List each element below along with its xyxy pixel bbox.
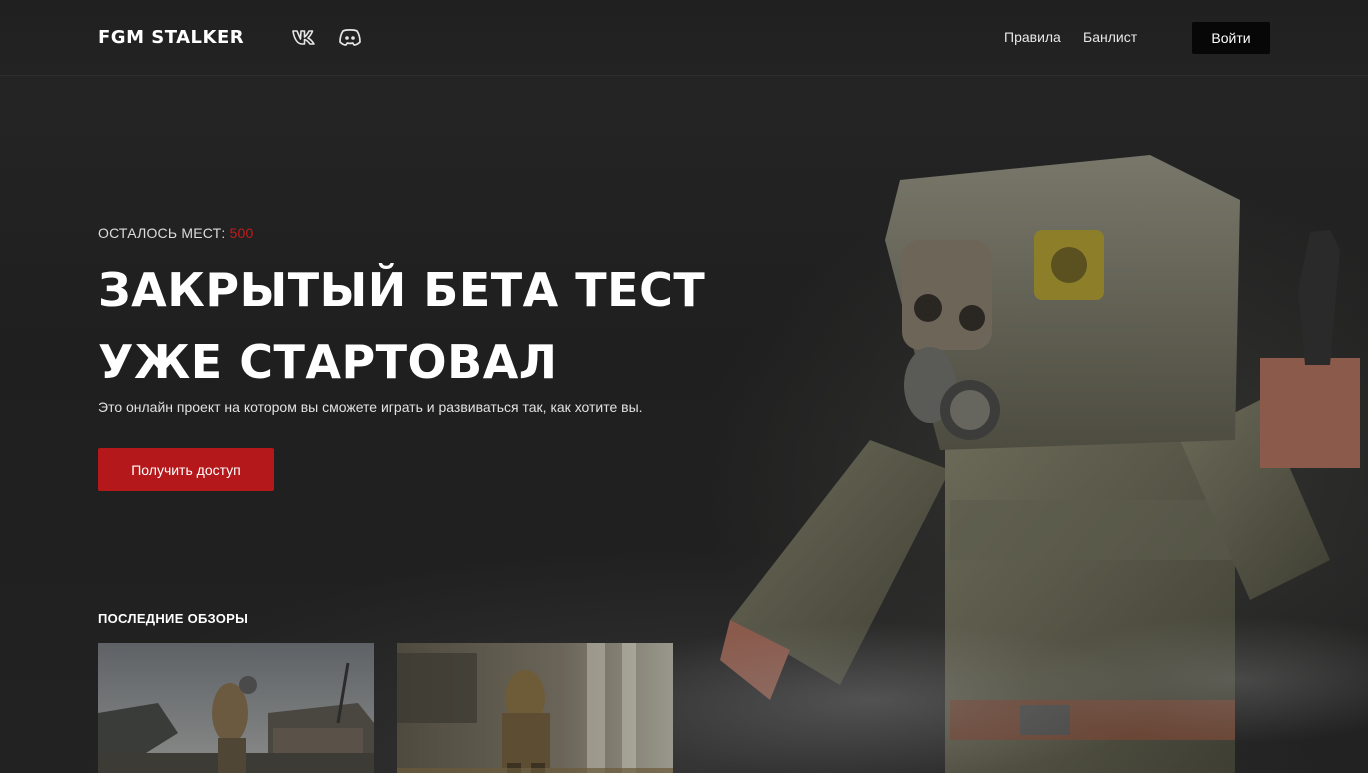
review-thumbnail-image <box>98 643 374 773</box>
hero-title-line-2: УЖЕ СТАРТОВАЛ <box>98 335 558 389</box>
login-button[interactable]: Войти <box>1192 22 1270 54</box>
hero-subtitle: Это онлайн проект на котором вы сможете … <box>98 399 643 415</box>
reviews-heading: ПОСЛЕДНИЕ ОБЗОРЫ <box>98 611 249 626</box>
nav-banlist-link[interactable]: Банлист <box>1083 29 1137 45</box>
nav-rules-link[interactable]: Правила <box>1004 29 1061 45</box>
hero-title-line-1: ЗАКРЫТЫЙ БЕТА ТЕСТ <box>98 263 706 317</box>
review-card[interactable] <box>98 643 374 773</box>
vk-link[interactable] <box>292 26 318 48</box>
stalker-character-image <box>720 155 1360 773</box>
hero-title: ЗАКРЫТЫЙ БЕТА ТЕСТ УЖЕ СТАРТОВАЛ <box>98 254 738 398</box>
discord-icon <box>339 29 361 46</box>
discord-link[interactable] <box>337 26 363 48</box>
slots-label: ОСТАЛОСЬ МЕСТ: <box>98 225 226 241</box>
vk-icon <box>292 30 315 45</box>
review-thumbnail-image <box>397 643 673 773</box>
site-logo[interactable]: FGM STALKER <box>98 27 244 48</box>
site-header: FGM STALKER Правила Банлист Войти <box>0 0 1368 76</box>
slots-remaining: ОСТАЛОСЬ МЕСТ: 500 <box>98 225 253 241</box>
review-card[interactable] <box>397 643 673 773</box>
slots-count: 500 <box>229 225 254 241</box>
get-access-button[interactable]: Получить доступ <box>98 448 274 491</box>
